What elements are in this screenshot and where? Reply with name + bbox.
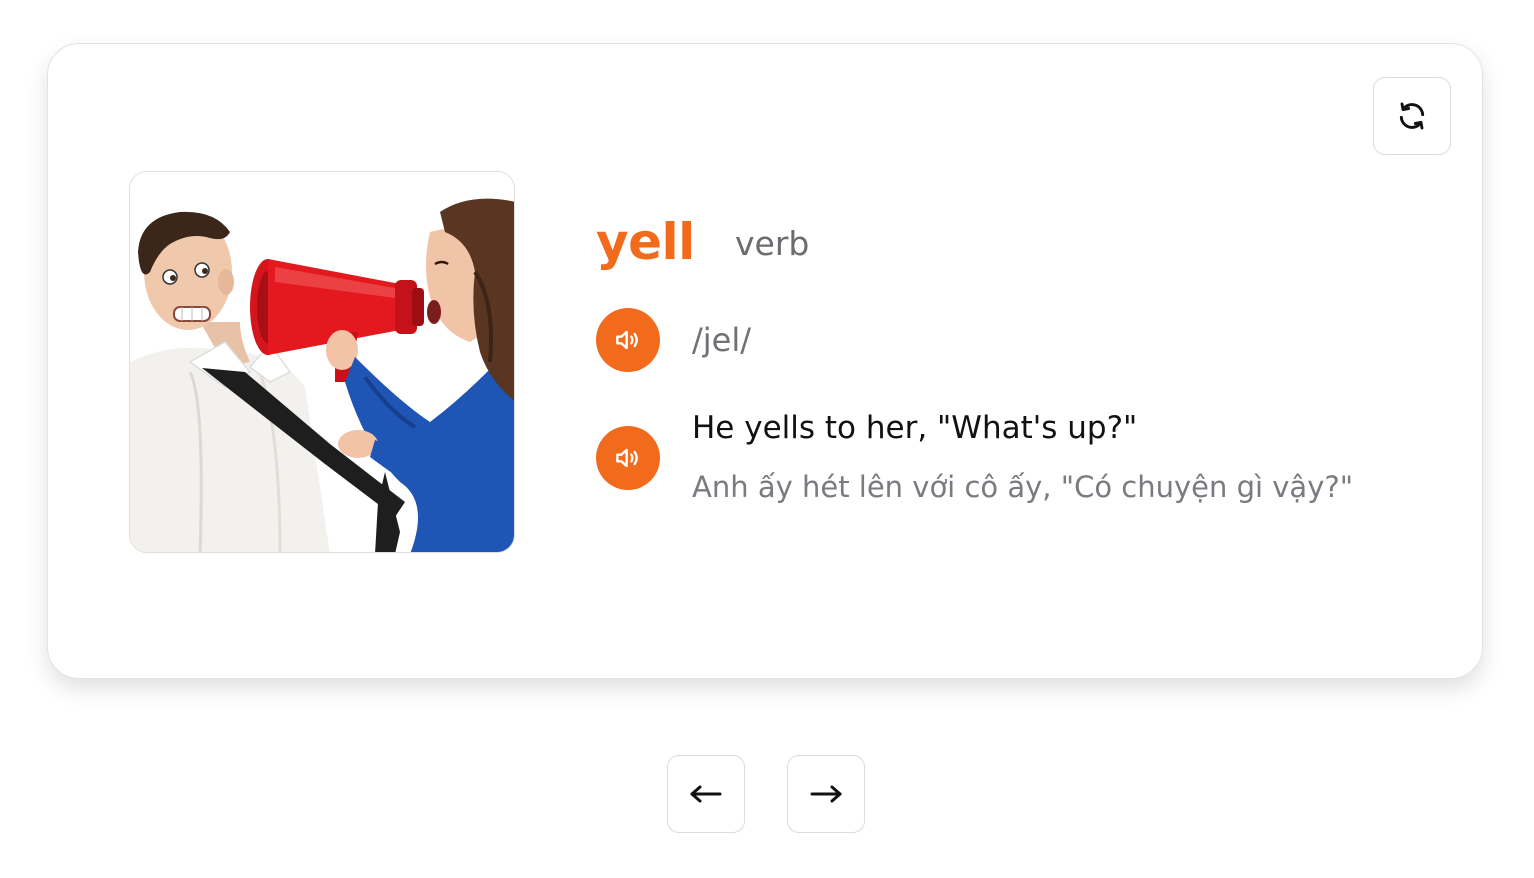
previous-card-button[interactable] [667, 755, 745, 833]
arrow-right-icon [810, 785, 842, 803]
example-sentence: He yells to her, "What's up?" [692, 410, 1138, 446]
word-illustration [129, 171, 515, 553]
yelling-megaphone-illustration [130, 172, 514, 552]
word-pronunciation-button[interactable] [596, 308, 660, 372]
flip-card-button[interactable] [1373, 77, 1451, 155]
arrow-left-icon [690, 785, 722, 803]
speaker-icon [616, 448, 638, 468]
part-of-speech: verb [735, 224, 810, 263]
phonetic-transcription: /jel/ [692, 321, 752, 359]
next-card-button[interactable] [787, 755, 865, 833]
speaker-icon [616, 330, 638, 350]
example-translation: Anh ấy hét lên với cô ấy, "Có chuyện gì … [692, 470, 1354, 504]
vocabulary-word: yell [596, 213, 695, 271]
example-pronunciation-button[interactable] [596, 426, 660, 490]
refresh-icon [1399, 102, 1425, 130]
